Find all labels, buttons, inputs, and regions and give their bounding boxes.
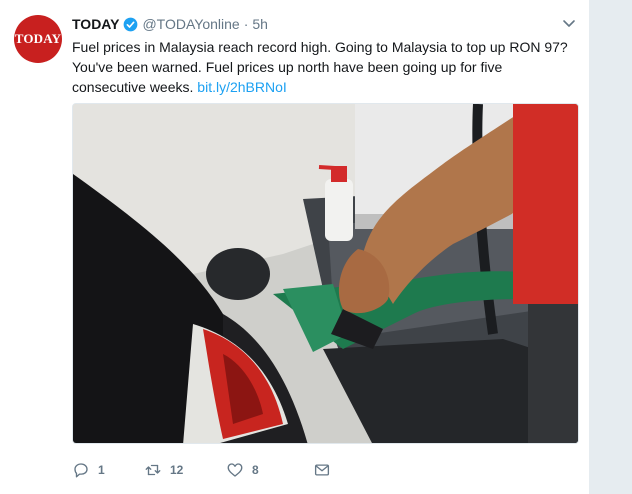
retweet-icon	[145, 464, 161, 476]
avatar[interactable]: TODAY	[14, 15, 62, 63]
verified-icon	[124, 17, 138, 31]
message-icon	[314, 464, 330, 476]
tweet-photo[interactable]	[72, 103, 579, 444]
tweet-text: Fuel prices in Malaysia reach record hig…	[72, 37, 578, 97]
retweet-count: 12	[170, 463, 184, 477]
like-button[interactable]: 8	[226, 461, 313, 479]
reply-count: 1	[98, 463, 105, 477]
user-handle[interactable]: @TODAYonline	[142, 16, 239, 32]
like-count: 8	[252, 463, 259, 477]
tweet-body: Fuel prices in Malaysia reach record hig…	[72, 39, 568, 95]
direct-message-button[interactable]	[313, 461, 339, 479]
timestamp[interactable]: 5h	[252, 16, 268, 32]
tweet-link[interactable]: bit.ly/2hBRNoI	[197, 79, 286, 95]
like-icon	[227, 463, 243, 477]
tweet-actions: 1 12 8	[72, 460, 339, 480]
separator-dot: ·	[243, 16, 249, 32]
fuel-pump-photo	[73, 104, 578, 443]
reply-icon	[74, 463, 88, 478]
chevron-down-icon[interactable]	[561, 15, 577, 31]
reply-button[interactable]: 1	[72, 461, 144, 479]
tweet-card[interactable]: TODAY TODAY @TODAYonline · 5h Fuel price…	[0, 0, 590, 494]
tweet-header: TODAY @TODAYonline · 5h	[72, 14, 268, 34]
avatar-logo-text: TODAY	[14, 31, 62, 46]
display-name[interactable]: TODAY	[72, 16, 119, 32]
retweet-button[interactable]: 12	[144, 461, 226, 479]
